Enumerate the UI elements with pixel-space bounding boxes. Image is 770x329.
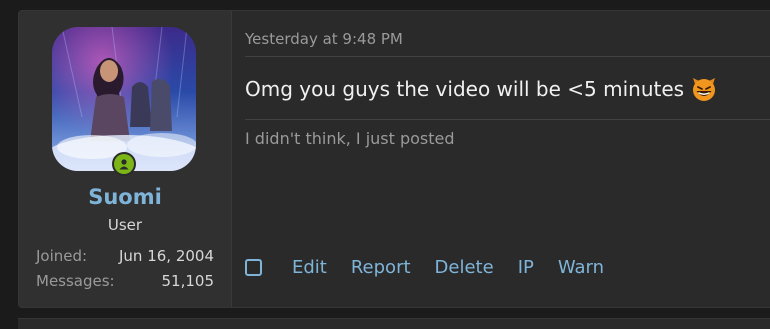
post-message: Omg you guys the video will be <5 minute… bbox=[245, 75, 718, 103]
post-actions-bar: Edit Report Delete IP Warn bbox=[245, 257, 628, 278]
header-divider bbox=[245, 56, 770, 57]
post-message-text: Omg you guys the video will be <5 minute… bbox=[245, 77, 685, 101]
next-post-edge bbox=[18, 318, 770, 329]
user-online-icon bbox=[114, 154, 134, 174]
ip-link[interactable]: IP bbox=[518, 257, 534, 278]
report-link[interactable]: Report bbox=[351, 257, 411, 278]
post-content: Yesterday at 9:48 PM Omg you guys the vi… bbox=[245, 11, 770, 307]
user-signature: I didn't think, I just posted bbox=[245, 129, 455, 148]
signature-divider bbox=[245, 119, 770, 120]
delete-link[interactable]: Delete bbox=[435, 257, 494, 278]
warn-link[interactable]: Warn bbox=[558, 257, 604, 278]
joined-value: Jun 16, 2004 bbox=[118, 247, 214, 265]
user-avatar[interactable] bbox=[52, 27, 196, 171]
joined-label: Joined: bbox=[36, 247, 88, 265]
post-timestamp[interactable]: Yesterday at 9:48 PM bbox=[245, 30, 403, 48]
user-info-panel: Suomi User Joined: Jun 16, 2004 Messages… bbox=[19, 11, 232, 307]
grinning-devil-emoji-icon bbox=[690, 75, 718, 103]
user-title: User bbox=[107, 216, 143, 234]
messages-label: Messages: bbox=[36, 272, 115, 290]
forum-post: Suomi User Joined: Jun 16, 2004 Messages… bbox=[18, 10, 770, 308]
online-status-badge bbox=[112, 152, 136, 176]
edit-link[interactable]: Edit bbox=[292, 257, 327, 278]
messages-row: Messages: 51,105 bbox=[36, 272, 214, 290]
username-link[interactable]: Suomi bbox=[19, 185, 231, 209]
joined-row: Joined: Jun 16, 2004 bbox=[36, 247, 214, 265]
messages-value[interactable]: 51,105 bbox=[162, 272, 215, 290]
select-post-checkbox[interactable] bbox=[245, 259, 262, 276]
